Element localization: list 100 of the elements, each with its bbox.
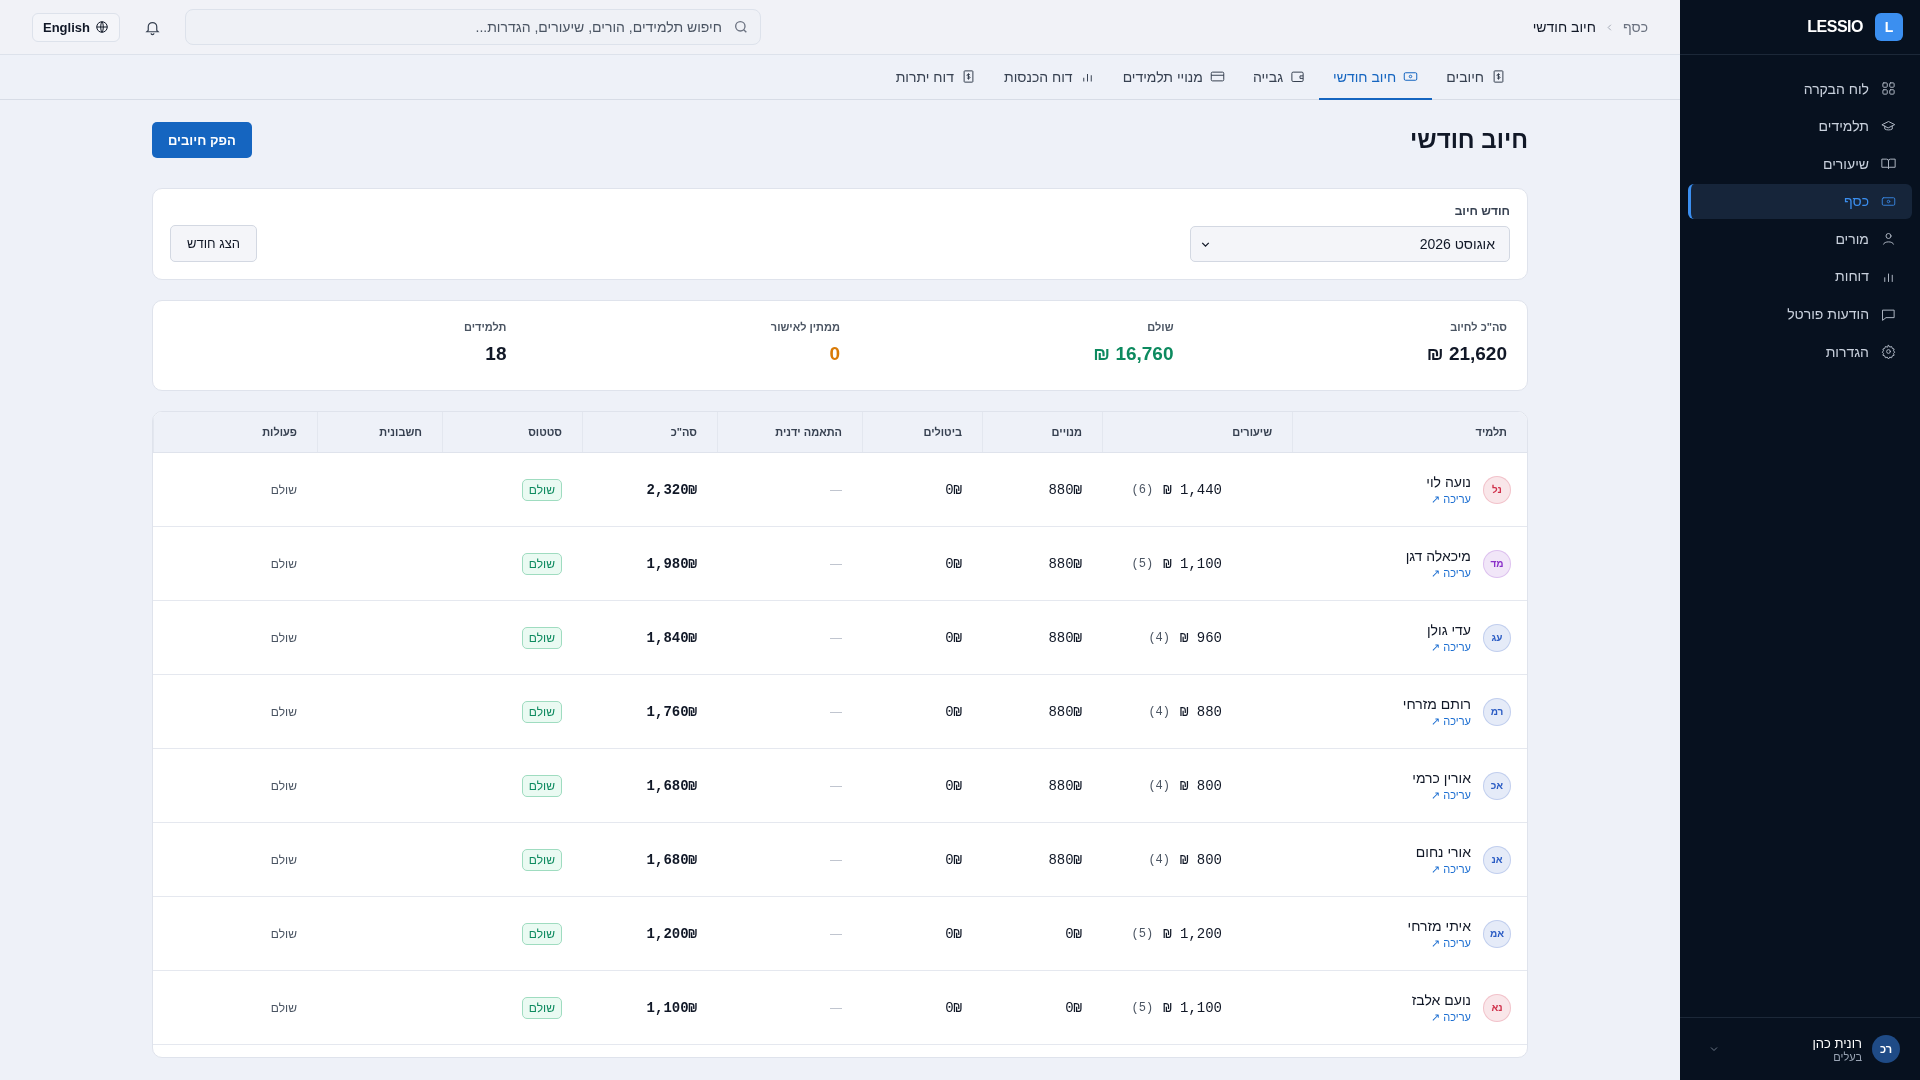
table-cell: ₪ 1,440	[1163, 481, 1222, 498]
table-cell: 0₪	[945, 999, 962, 1016]
banknote-icon	[1403, 69, 1419, 84]
field-label: חודש חיוב	[1453, 204, 1510, 218]
tab[interactable]: גבייה	[1238, 55, 1320, 100]
table-cell: 880₪	[1048, 703, 1082, 720]
user-name: רונית כהן	[1811, 1035, 1862, 1051]
lesson-count: (4)	[1148, 778, 1170, 793]
breadcrumb-link[interactable]: כסף	[1622, 19, 1648, 35]
status-badge: שולם	[521, 552, 562, 575]
tab[interactable]: מנויי תלמידים	[1108, 55, 1239, 100]
language-button[interactable]: English	[32, 12, 120, 42]
edit-link[interactable]: עריכה ↗	[1402, 714, 1471, 728]
table-cell: ₪ 1,200	[1163, 925, 1222, 942]
lesson-count: (4)	[1148, 852, 1170, 867]
graduation-cap-icon	[1881, 118, 1896, 134]
lesson-count: (6)	[1131, 482, 1154, 497]
student-avatar: נא	[1483, 993, 1511, 1022]
edit-link[interactable]: עריכה ↗	[1415, 862, 1471, 876]
lesson-count: (4)	[1148, 630, 1170, 645]
brand-name: LESSIO	[1807, 18, 1863, 36]
tab[interactable]: חיובים	[1432, 55, 1520, 100]
nav-item[interactable]: תלמידים	[1688, 108, 1912, 144]
table-cell: שולם	[270, 704, 297, 719]
nav-item[interactable]: לוח הבקרה	[1688, 71, 1912, 106]
stat-value: 0	[829, 343, 840, 365]
edit-link[interactable]: עריכה ↗	[1407, 936, 1471, 950]
status-badge: שולם	[521, 922, 562, 945]
table-cell: 1,760₪	[646, 703, 697, 720]
lesson-count: (4)	[1148, 704, 1170, 719]
table-cell: —	[830, 556, 842, 571]
table-cell: 0₪	[945, 555, 962, 572]
table-cell: 1,980₪	[646, 555, 697, 572]
table-cell: שולם	[270, 926, 297, 941]
tab[interactable]: דוח הכנסות	[989, 55, 1109, 100]
book-icon	[1881, 156, 1896, 172]
tab[interactable]: דוח יתרות	[881, 55, 990, 100]
edit-link[interactable]: עריכה ↗	[1411, 1010, 1471, 1024]
table-cell: —	[830, 852, 842, 867]
column-header: התאמה ידנית	[717, 412, 862, 452]
table-cell: 880₪	[1048, 851, 1082, 868]
stat-value: ₪ 16,760	[1093, 343, 1174, 365]
edit-link[interactable]: עריכה ↗	[1426, 492, 1471, 506]
student-name: מיכאלה דגן	[1405, 547, 1471, 564]
nav-item[interactable]: הודעות פורטל	[1688, 296, 1912, 332]
settings-icon	[1881, 344, 1896, 360]
table-cell: 0₪	[945, 481, 962, 498]
student-avatar: נל	[1483, 475, 1511, 504]
search-icon	[732, 19, 749, 35]
user-icon	[1881, 231, 1896, 247]
tab[interactable]: חיוב חודשי	[1319, 55, 1433, 100]
user-avatar: רכ	[1872, 1035, 1900, 1063]
student-avatar: עג	[1483, 623, 1511, 652]
nav-item[interactable]: מורים	[1688, 221, 1912, 257]
status-badge: שולם	[521, 774, 562, 797]
month-select[interactable]: אוגוסט 2026	[1190, 226, 1510, 262]
column-header: חשבונית	[317, 412, 442, 452]
column-header: שיעורים	[1102, 412, 1292, 452]
table-cell: 0₪	[945, 851, 962, 868]
table-cell: 880₪	[1048, 555, 1082, 572]
stat-label: תלמידים	[464, 321, 507, 333]
globe-icon	[94, 20, 109, 34]
edit-link[interactable]: עריכה ↗	[1405, 566, 1471, 580]
logo-mark: L	[1875, 13, 1903, 41]
student-avatar: אכ	[1483, 771, 1511, 800]
student-avatar: אנ	[1483, 845, 1511, 874]
status-badge: שולם	[521, 626, 562, 649]
table-cell: 880₪	[1048, 777, 1082, 794]
table-cell: 880₪	[1048, 481, 1082, 498]
edit-link[interactable]: עריכה ↗	[1426, 640, 1471, 654]
nav-item[interactable]: שיעורים	[1688, 146, 1912, 182]
table-cell: ₪ 800	[1180, 851, 1222, 868]
column-header: סטטוס	[442, 412, 582, 452]
search-field[interactable]: חיפוש תלמידים, הורים, שיעורים, הגדרות...	[184, 9, 761, 45]
nav-item[interactable]: דוחות	[1688, 258, 1912, 294]
student-name: איתי מזרחי	[1407, 917, 1471, 934]
student-name: רותם מזרחי	[1402, 695, 1471, 712]
wallet-icon	[1290, 69, 1306, 84]
user-role: בעלים	[1832, 1050, 1862, 1063]
table-cell: 0₪	[945, 703, 962, 720]
table-cell: 2,320₪	[646, 481, 697, 498]
table-cell: שולם	[270, 1000, 297, 1015]
table-cell: 0₪	[1065, 999, 1082, 1016]
table-cell: ₪ 880	[1180, 703, 1222, 720]
generate-charges-button[interactable]: הפק חיובים	[152, 122, 252, 158]
student-name: עדי גולן	[1426, 621, 1471, 638]
stat-value: ₪ 21,620	[1426, 343, 1507, 365]
lesson-count: (5)	[1131, 556, 1154, 571]
nav-item[interactable]: כסף	[1688, 183, 1912, 219]
show-month-button[interactable]: הצג חודש	[170, 225, 258, 262]
table-cell: —	[830, 1000, 842, 1015]
stat-label: שולם	[1147, 321, 1174, 333]
table-cell: ₪ 1,100	[1163, 555, 1222, 572]
nav-item[interactable]: הגדרות	[1688, 334, 1912, 370]
edit-link[interactable]: עריכה ↗	[1412, 788, 1471, 802]
status-badge: שולם	[521, 996, 562, 1019]
student-name: אורין כרמי	[1412, 769, 1471, 786]
table-cell: —	[830, 704, 842, 719]
status-badge: שולם	[521, 478, 562, 501]
student-avatar: רמ	[1483, 697, 1511, 726]
